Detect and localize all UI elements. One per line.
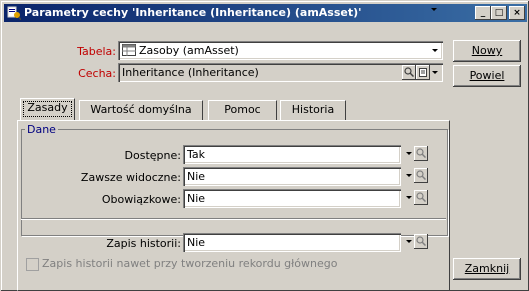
tab-default-value[interactable]: Wartość domyślna bbox=[79, 100, 203, 120]
history-search-button[interactable] bbox=[414, 234, 428, 249]
available-value: Tak bbox=[187, 148, 206, 161]
dialog-window: Parametry cechy 'Inheritance (Inheritanc… bbox=[0, 0, 529, 291]
duplicate-button[interactable]: Powiel bbox=[453, 65, 521, 87]
feature-combo[interactable]: Inheritance (Inheritance) bbox=[118, 63, 443, 82]
mandatory-label: Obowiązkowe: bbox=[101, 193, 181, 206]
always-visible-search-button[interactable] bbox=[414, 168, 428, 183]
minimize-button[interactable]: _ bbox=[475, 6, 491, 20]
title-bar[interactable]: Parametry cechy 'Inheritance (Inheritanc… bbox=[4, 4, 527, 22]
search-icon bbox=[404, 67, 414, 77]
new-button-label: Nowy bbox=[471, 44, 503, 57]
tab-history[interactable]: Historia bbox=[280, 100, 346, 120]
mandatory-value: Nie bbox=[187, 192, 206, 205]
dropdown-arrow-icon bbox=[431, 8, 437, 11]
history-value: Nie bbox=[187, 236, 206, 249]
mandatory-arrow-icon[interactable] bbox=[406, 196, 412, 199]
always-visible-combo[interactable]: Nie bbox=[183, 167, 401, 186]
always-visible-label: Zawsze widoczne: bbox=[80, 171, 181, 184]
search-icon bbox=[416, 148, 426, 158]
table-combo[interactable]: Zasoby (amAsset) bbox=[118, 8, 443, 60]
close-dialog-button[interactable]: Zamknij bbox=[453, 258, 521, 280]
feature-value: Inheritance (Inheritance) bbox=[122, 66, 259, 79]
table-label: Tabela: bbox=[77, 45, 116, 58]
table-value: Zasoby (amAsset) bbox=[139, 44, 239, 57]
tab-rules[interactable]: Zasady bbox=[20, 98, 75, 120]
always-visible-value: Nie bbox=[187, 170, 206, 183]
separator bbox=[21, 218, 446, 220]
search-icon bbox=[416, 236, 426, 246]
data-group-title: Dane bbox=[25, 123, 58, 136]
table-dropdown-arrow-icon[interactable] bbox=[432, 49, 438, 52]
feature-label: Cecha: bbox=[78, 67, 116, 80]
table-icon bbox=[122, 44, 136, 56]
tab-help[interactable]: Pomoc bbox=[208, 100, 277, 120]
close-dialog-button-label: Zamknij bbox=[464, 262, 510, 275]
mandatory-combo[interactable]: Nie bbox=[183, 189, 401, 208]
duplicate-button-label: Powiel bbox=[469, 69, 505, 82]
available-label: Dostępne: bbox=[124, 149, 181, 162]
history-combo[interactable]: Nie bbox=[183, 233, 401, 252]
history-label: Zapis historii: bbox=[106, 237, 181, 250]
feature-dropdown-arrow-icon[interactable] bbox=[432, 71, 438, 74]
new-button[interactable]: Nowy bbox=[453, 40, 521, 62]
always-visible-arrow-icon[interactable] bbox=[406, 174, 412, 177]
window-title: Parametry cechy 'Inheritance (Inheritanc… bbox=[24, 6, 362, 19]
available-arrow-icon[interactable] bbox=[406, 152, 412, 155]
search-icon bbox=[416, 192, 426, 202]
feature-search-button[interactable] bbox=[402, 65, 416, 80]
history-arrow-icon[interactable] bbox=[406, 240, 412, 243]
feature-list-button[interactable] bbox=[416, 65, 430, 80]
maximize-button[interactable]: □ bbox=[491, 6, 507, 20]
available-combo[interactable]: Tak bbox=[183, 145, 401, 164]
list-icon bbox=[419, 68, 427, 77]
history-on-create-label: Zapis historii nawet przy tworzeniu reko… bbox=[42, 257, 338, 270]
close-button[interactable]: × bbox=[509, 6, 525, 20]
history-on-create-checkbox[interactable] bbox=[26, 258, 39, 271]
available-search-button[interactable] bbox=[414, 146, 428, 161]
app-icon bbox=[7, 6, 21, 20]
search-icon bbox=[416, 170, 426, 180]
mandatory-search-button[interactable] bbox=[414, 190, 428, 205]
